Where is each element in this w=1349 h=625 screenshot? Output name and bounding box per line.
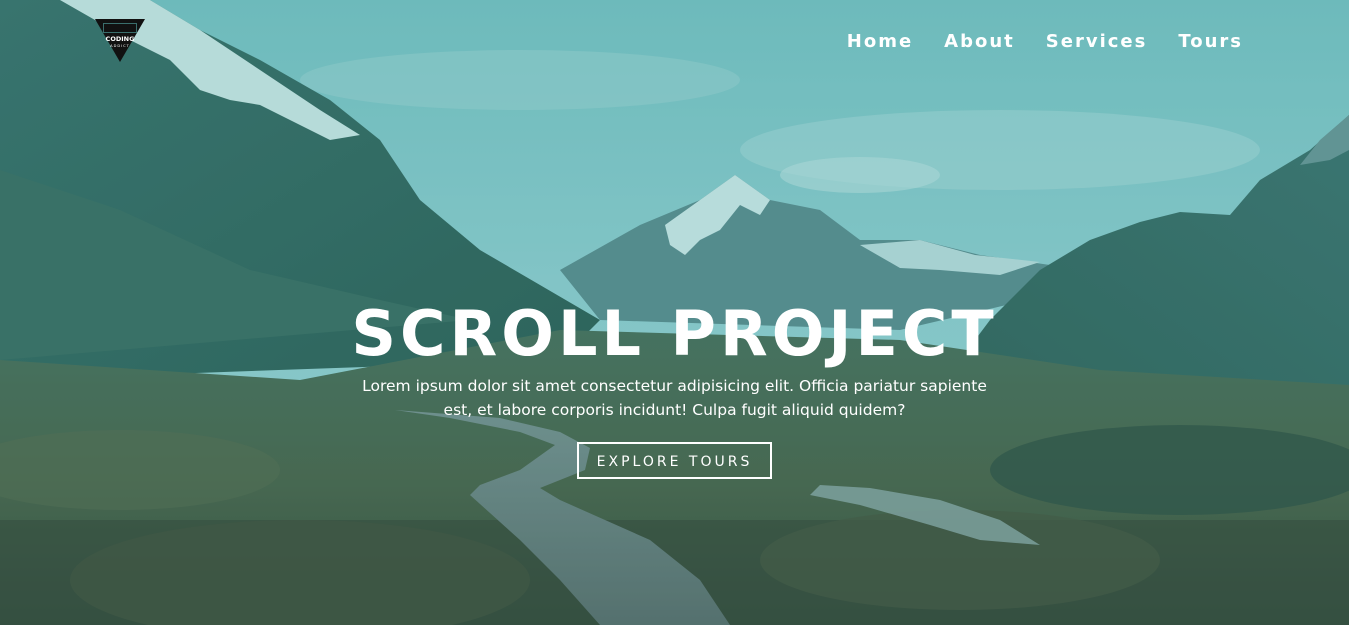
nav-home-link[interactable]: Home bbox=[847, 30, 913, 54]
logo-text-line1: CODING bbox=[106, 35, 135, 43]
hero-banner: SCROLL PROJECT Lorem ipsum dolor sit ame… bbox=[0, 296, 1349, 479]
main-nav: Home About Services Tours bbox=[816, 30, 1243, 54]
coding-addict-logo-icon[interactable]: CODING ADDICT bbox=[93, 16, 147, 66]
nav-about-link[interactable]: About bbox=[944, 30, 1015, 54]
hero-section: CODING ADDICT Home About Services Tours … bbox=[0, 0, 1349, 625]
nav-services-link[interactable]: Services bbox=[1046, 30, 1148, 54]
logo-text-line2: ADDICT bbox=[110, 44, 130, 48]
explore-tours-button[interactable]: EXPLORE TOURS bbox=[577, 442, 772, 479]
hero-text: Lorem ipsum dolor sit amet consectetur a… bbox=[362, 377, 987, 419]
hero-title: SCROLL PROJECT bbox=[351, 297, 998, 370]
nav-tours-link[interactable]: Tours bbox=[1178, 30, 1243, 54]
